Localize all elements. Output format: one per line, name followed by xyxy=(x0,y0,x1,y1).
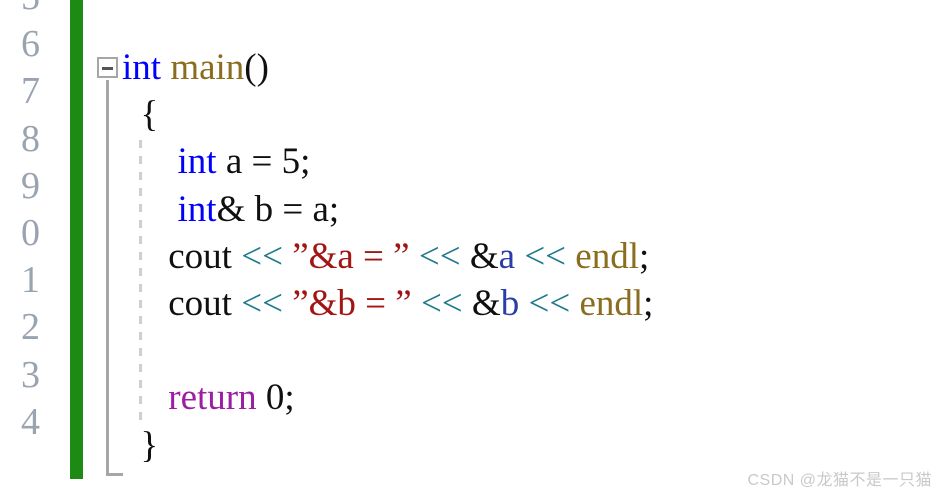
code-token-keyword: int xyxy=(177,188,217,230)
code-token-endl: endl xyxy=(575,235,639,277)
line-number: 9 xyxy=(21,164,40,207)
code-token-operator: << xyxy=(241,235,283,277)
line-number: 6 xyxy=(21,23,40,66)
code-editor-viewport: 5678901234 int main() { int a = 5; int& … xyxy=(0,0,948,500)
line-number: 2 xyxy=(21,306,40,349)
code-token-plain: & b = a; xyxy=(216,188,340,230)
code-token-operator: << xyxy=(418,235,461,277)
code-token-keyword: int xyxy=(122,47,162,88)
csdn-watermark: CSDN @龙猫不是一只猫 xyxy=(747,472,932,489)
code-line[interactable]: int a = 5; xyxy=(122,138,942,185)
code-token-function: main xyxy=(170,47,245,88)
code-token-string: ”&a = ” xyxy=(292,235,410,277)
fold-guide-line xyxy=(106,80,109,476)
code-line[interactable]: { xyxy=(122,91,942,138)
code-token-return: return xyxy=(168,377,257,419)
code-token-endl: endl xyxy=(579,282,644,324)
line-number-gutter: 567890 1234 xyxy=(0,0,62,500)
code-token-string: ”&b = ” xyxy=(292,282,412,324)
code-token-plain: ; xyxy=(643,282,654,324)
code-token-plain: () xyxy=(244,47,269,88)
code-token-operator: << xyxy=(528,282,571,324)
code-line[interactable]: return 0; xyxy=(122,374,942,421)
code-token-operator: << xyxy=(524,235,567,277)
code-token-plain: ; xyxy=(639,235,650,277)
code-line[interactable]: cout << ”&b = ” << &b << endl; xyxy=(122,280,942,327)
line-number: 0 xyxy=(21,211,40,254)
code-token-plain: cout xyxy=(122,235,242,277)
code-token-plain: { xyxy=(122,94,159,136)
code-token-variable: b xyxy=(500,282,520,324)
code-token-keyword: int xyxy=(177,141,217,183)
code-text-area[interactable]: int main() { int a = 5; int& b = a; cout… xyxy=(122,0,942,500)
line-number: 1 xyxy=(21,259,40,302)
code-token-operator: << xyxy=(420,282,463,324)
line-number: 8 xyxy=(21,117,40,160)
minus-glyph xyxy=(102,67,113,70)
fold-guide-foot xyxy=(106,473,123,476)
code-token-plain: & xyxy=(462,282,501,324)
code-token-variable: a xyxy=(498,235,516,277)
code-line[interactable]: int main() xyxy=(122,44,942,91)
code-line[interactable]: cout << ”&a = ” << &a << endl; xyxy=(122,233,942,280)
code-line[interactable]: } xyxy=(122,422,942,469)
code-token-plain: a = 5; xyxy=(216,141,311,183)
code-line[interactable]: int& b = a; xyxy=(122,186,942,233)
code-token-plain: & xyxy=(460,235,499,277)
code-line[interactable] xyxy=(122,327,942,374)
code-token-plain: } xyxy=(122,424,159,466)
code-token-plain: cout xyxy=(122,282,242,324)
fold-collapse-icon[interactable] xyxy=(97,57,118,78)
line-number: 5 xyxy=(0,0,62,21)
line-number: 3 xyxy=(21,353,40,396)
code-token-operator: << xyxy=(241,282,283,324)
code-token-plain: 0; xyxy=(256,377,295,419)
changed-lines-marker-bar xyxy=(70,0,83,479)
line-number: 7 xyxy=(21,70,40,113)
line-number: 4 xyxy=(21,400,40,443)
